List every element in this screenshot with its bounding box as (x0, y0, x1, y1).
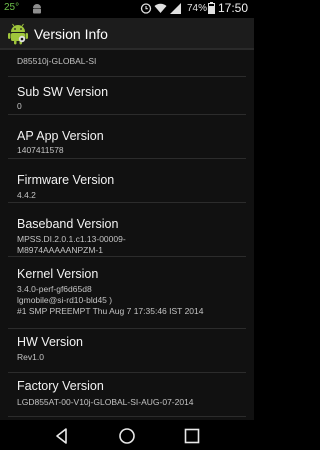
home-icon[interactable] (117, 426, 137, 446)
list-item-title: HW Version (17, 335, 83, 349)
list-item-kernel-version[interactable]: Kernel Version 3.4.0-perf-gf6d65d8 lgmob… (0, 257, 254, 329)
list-item-value-line: M8974AAAAANPZM-1 (17, 245, 103, 255)
recent-apps-icon[interactable] (182, 426, 202, 446)
navigation-bar (0, 420, 254, 450)
wifi-icon (154, 3, 167, 17)
version-info-screen: 25° 74% 17:50 Version Info D85510j-GLOBA… (0, 0, 254, 450)
list-item-title: Factory Version (17, 379, 104, 393)
list-item-value-line: MPSS.DI.2.0.1.c1.13-00009- (17, 234, 126, 244)
alarm-icon (140, 2, 152, 17)
list-item-hw-version[interactable]: HW Version Rev1.0 (0, 329, 254, 373)
list-item-value-line: #1 SMP PREEMPT Thu Aug 7 17:35:46 IST 20… (17, 306, 204, 316)
list-item-value: 0 (17, 101, 22, 111)
app-bar: Version Info (0, 18, 254, 50)
android-robot-icon (8, 23, 28, 50)
list-item-value-line: 3.4.0-perf-gf6d65d8 (17, 284, 92, 294)
list-item-baseband-version[interactable]: Baseband Version MPSS.DI.2.0.1.c1.13-000… (0, 203, 254, 257)
temperature-indicator: 25° (4, 2, 20, 13)
list-item-value: Rev1.0 (17, 352, 44, 362)
battery-percent: 74% (187, 3, 208, 14)
list-item-firmware-version[interactable]: Firmware Version 4.4.2 (0, 159, 254, 203)
list-item-value: 1407411578 (17, 145, 64, 155)
version-info-list[interactable]: D85510j-GLOBAL-SI Sub SW Version 0 AP Ap… (0, 50, 254, 420)
list-item-partial: D85510j-GLOBAL-SI (0, 50, 254, 77)
list-item-sub-sw-version[interactable]: Sub SW Version 0 (0, 77, 254, 115)
list-item-title: Sub SW Version (17, 85, 109, 99)
list-item-value: LGD855AT-00-V10j-GLOBAL-SI-AUG-07-2014 (17, 397, 194, 407)
list-item-title: Firmware Version (17, 173, 115, 187)
back-icon[interactable] (52, 426, 72, 446)
partial-item-value: D85510j-GLOBAL-SI (17, 56, 97, 66)
list-divider (8, 416, 246, 417)
list-item-title: Baseband Version (17, 217, 119, 231)
list-item-title: AP App Version (17, 129, 104, 143)
signal-icon (170, 3, 182, 17)
battery-icon (208, 2, 215, 17)
list-item-title: Kernel Version (17, 267, 99, 281)
list-item-value-line: lgmobile@si-rd10-bld45 ) (17, 295, 113, 305)
list-item-factory-version[interactable]: Factory Version LGD855AT-00-V10j-GLOBAL-… (0, 373, 254, 417)
list-item-value: 4.4.2 (17, 190, 36, 200)
clock: 17:50 (218, 1, 249, 15)
android-notification-icon (32, 3, 42, 17)
list-item-ap-app-version[interactable]: AP App Version 1407411578 (0, 115, 254, 159)
status-bar: 25° 74% 17:50 (0, 0, 254, 18)
page-title: Version Info (34, 26, 108, 42)
